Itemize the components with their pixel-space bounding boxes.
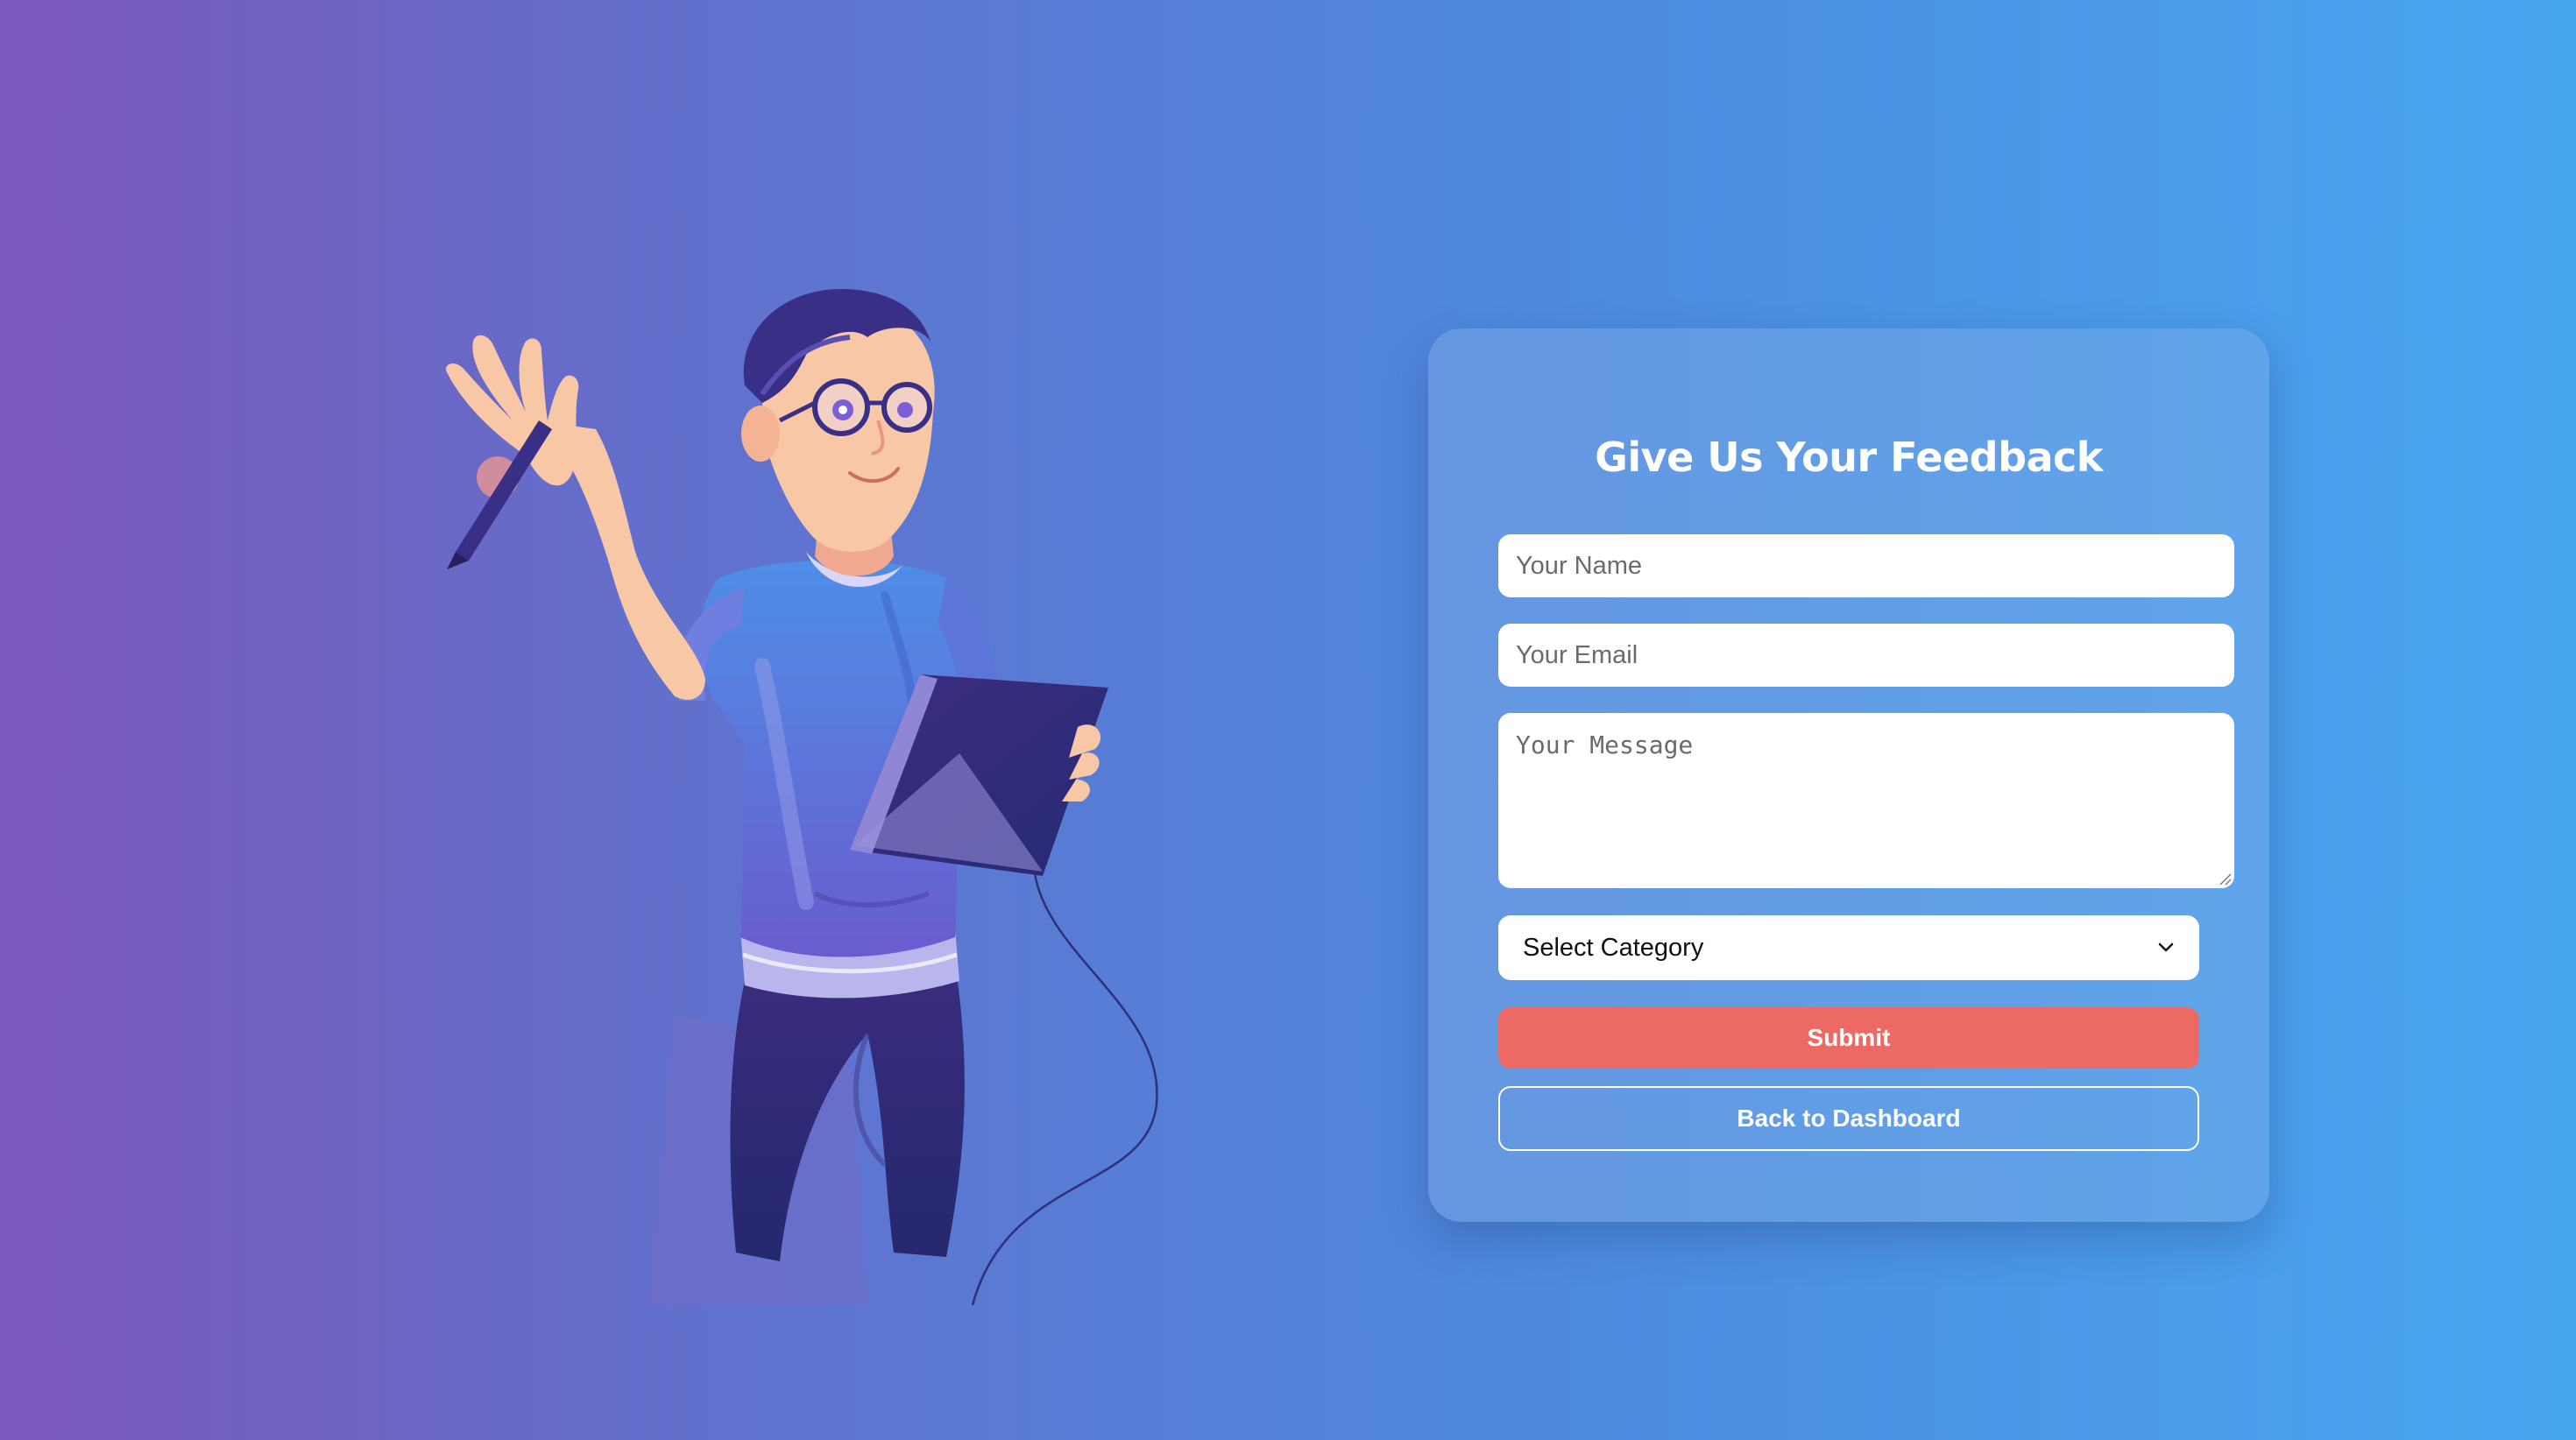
chevron-down-icon	[2158, 942, 2174, 952]
back-to-dashboard-button[interactable]: Back to Dashboard	[1498, 1086, 2199, 1151]
category-select-value: Select Category	[1523, 933, 1704, 962]
name-input[interactable]	[1498, 534, 2234, 597]
category-select[interactable]: Select Category	[1498, 915, 2199, 980]
feedback-form-card: Give Us Your Feedback Select Category Su…	[1428, 328, 2269, 1222]
resize-grip-icon[interactable]	[2217, 871, 2233, 886]
email-input[interactable]	[1498, 624, 2234, 687]
form-title: Give Us Your Feedback	[1595, 434, 2103, 481]
message-textarea[interactable]	[1498, 713, 2234, 888]
submit-button[interactable]: Submit	[1498, 1007, 2199, 1069]
person-with-tablet-illustration	[394, 289, 1183, 1305]
